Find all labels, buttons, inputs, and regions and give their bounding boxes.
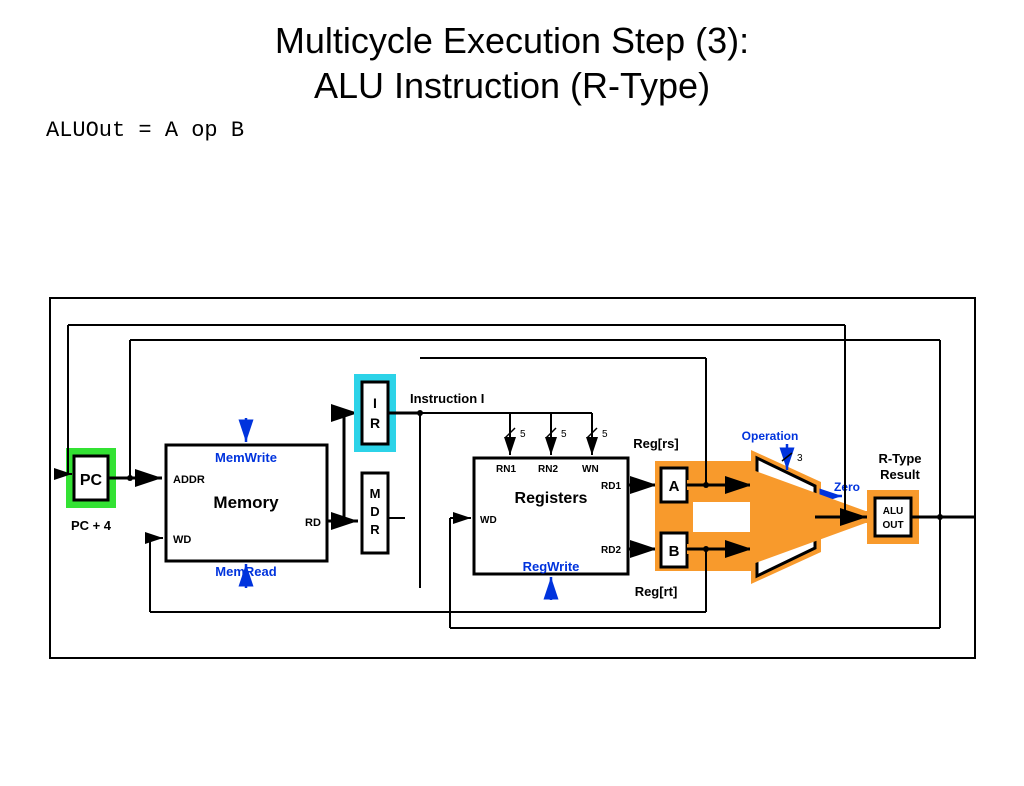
wd2-label: WD [480, 515, 497, 526]
reg-rt-label: Reg[rt] [635, 584, 678, 599]
aluout-label-2: OUT [882, 520, 903, 531]
rtype-label-2: Result [880, 467, 920, 482]
bus5-1: 5 [520, 429, 526, 440]
rd-label: RD [305, 517, 321, 529]
mdr-label-r: R [370, 522, 380, 537]
ir-label-i: I [373, 395, 377, 411]
bus3: 3 [797, 453, 803, 464]
memwrite-label: MemWrite [215, 450, 277, 465]
a-label: A [669, 478, 680, 495]
zero-label: Zero [834, 480, 860, 494]
mdr-label-m: M [370, 486, 381, 501]
memread-label: MemRead [215, 564, 276, 579]
bus5-3: 5 [602, 429, 608, 440]
wn-label: WN [582, 464, 599, 475]
pc-plus-4-label: PC + 4 [71, 518, 112, 533]
instruction-i-label: Instruction I [410, 391, 484, 406]
rn1-label: RN1 [496, 464, 516, 475]
bus5-2: 5 [561, 429, 567, 440]
regwrite-label: RegWrite [523, 559, 580, 574]
rn2-label: RN2 [538, 464, 558, 475]
mdr-label-d: D [370, 504, 379, 519]
registers-box [474, 458, 628, 574]
rd2-label: RD2 [601, 545, 621, 556]
memory-label: Memory [213, 493, 279, 512]
rd1-label: RD1 [601, 481, 621, 492]
reg-rs-label: Reg[rs] [633, 436, 679, 451]
b-label: B [669, 543, 680, 560]
operation-label: Operation [742, 429, 799, 443]
registers-label: Registers [515, 490, 588, 507]
ir-box [362, 382, 388, 444]
datapath-diagram: PC PC + 4 Memory ADDR WD RD MemWrite Mem… [0, 18, 1024, 786]
wd-label: WD [173, 534, 191, 546]
pc-label: PC [80, 472, 103, 489]
alu-label: ALU [779, 509, 808, 525]
aluout-label-1: ALU [883, 506, 904, 517]
addr-label: ADDR [173, 474, 205, 486]
rtype-label-1: R-Type [878, 451, 921, 466]
ir-label-r: R [370, 415, 380, 431]
